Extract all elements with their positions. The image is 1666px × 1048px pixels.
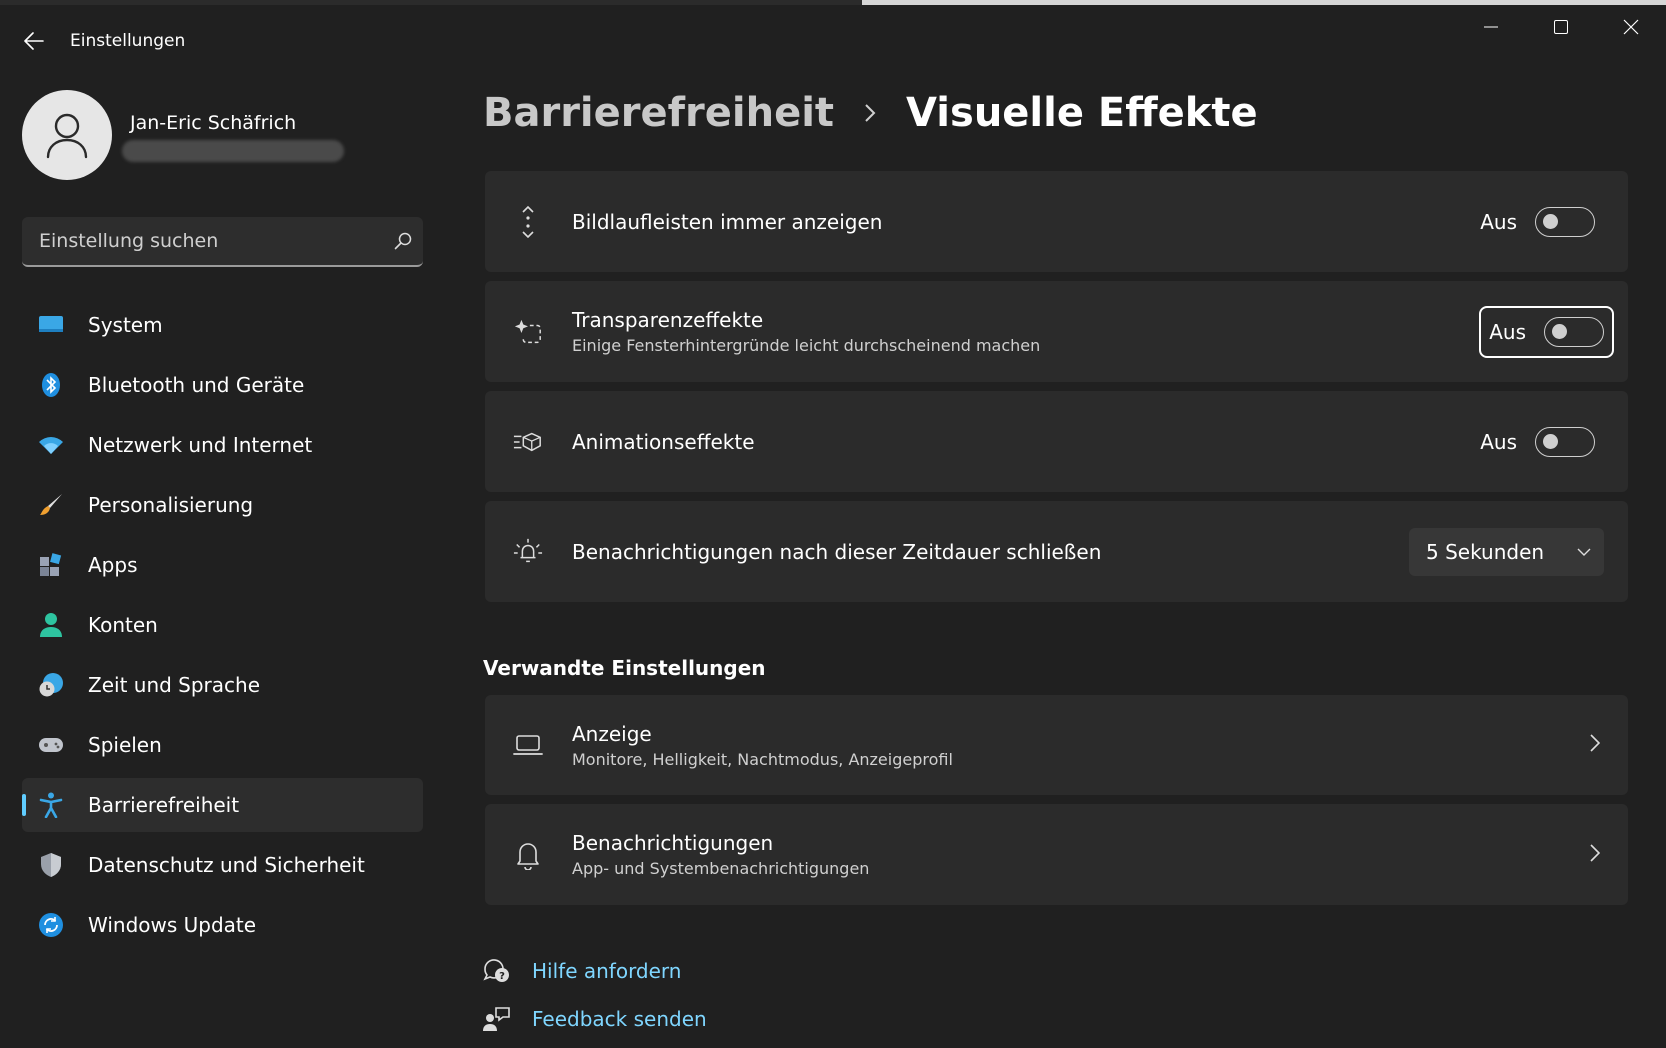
setting-animation: Animationseffekte Aus [485,391,1628,492]
setting-description: App- und Systembenachrichtigungen [572,859,870,878]
system-icon [38,312,64,338]
help-link-row: ? Hilfe anfordern [483,957,681,985]
sidebar-item-gaming[interactable]: Spielen [22,718,423,772]
user-profile[interactable]: Jan-Eric Schäfrich [22,90,344,180]
feedback-icon [483,1005,511,1033]
transparency-toggle[interactable] [1544,316,1604,347]
sidebar-item-personalization[interactable]: Personalisierung [22,478,423,532]
bell-icon [513,840,543,870]
scrollbar-icon [513,205,543,238]
close-button[interactable] [1596,5,1666,49]
close-icon [1623,19,1639,35]
setting-transparency: Transparenzeffekte Einige Fensterhinterg… [485,281,1628,382]
toggle-state-label: Aus [1480,429,1517,454]
setting-description: Monitore, Helligkeit, Nachtmodus, Anzeig… [572,749,953,769]
sidebar-item-bluetooth[interactable]: Bluetooth und Geräte [22,358,423,412]
title-bar: Einstellungen [0,5,1666,77]
setting-title: Animationseffekte [572,429,755,454]
setting-description: Einige Fensterhintergründe leicht durchs… [572,336,1041,355]
sidebar-item-accessibility[interactable]: Barrierefreiheit [22,778,423,832]
svg-text:?: ? [499,971,505,982]
person-icon [46,113,88,159]
scrollbars-toggle-group: Aus [1470,196,1604,248]
chevron-right-icon [1590,734,1601,756]
wifi-icon [38,432,64,458]
transparency-icon [513,317,543,347]
sidebar-item-privacy[interactable]: Datenschutz und Sicherheit [22,838,423,892]
back-button[interactable] [22,29,46,53]
profile-email-redacted [122,140,344,162]
brush-icon [38,492,64,518]
update-icon [38,912,64,938]
timeout-dropdown[interactable]: 5 Sekunden [1409,527,1604,576]
shield-icon [38,852,64,878]
search-box[interactable]: Einstellung suchen [22,217,423,267]
bell-alert-icon [513,537,543,567]
minimize-button[interactable] [1456,5,1526,49]
account-icon [38,612,64,638]
bluetooth-icon [38,372,64,398]
chevron-down-icon [1564,548,1604,556]
setting-title: Benachrichtigungen nach dieser Zeitdauer… [572,539,1102,564]
sidebar-item-system[interactable]: System [22,298,423,352]
chevron-right-icon [1590,843,1601,866]
profile-name: Jan-Eric Schäfrich [130,112,297,134]
maximize-icon [1554,20,1568,34]
clock-globe-icon [38,672,64,698]
transparency-toggle-group: Aus [1479,305,1614,358]
feedback-link[interactable]: Feedback senden [532,1007,707,1031]
chevron-right-icon [864,103,876,123]
breadcrumb-parent[interactable]: Barrierefreiheit [483,90,834,136]
setting-title: Anzeige [572,721,652,746]
scrollbars-toggle[interactable] [1535,206,1595,237]
help-link[interactable]: Hilfe anfordern [532,959,681,983]
app-title: Einstellungen [70,31,186,51]
setting-title: Benachrichtigungen [572,831,774,855]
arrow-left-icon [24,32,44,50]
accessibility-icon [38,792,64,818]
help-icon: ? [483,957,511,985]
dropdown-value: 5 Sekunden [1426,539,1545,564]
animation-icon [513,427,543,457]
setting-title: Transparenzeffekte [572,308,764,332]
window-controls [1456,5,1666,49]
animation-toggle[interactable] [1535,426,1595,457]
section-title: Verwandte Einstellungen [483,656,766,680]
maximize-button[interactable] [1526,5,1596,49]
toggle-state-label: Aus [1489,319,1526,344]
setting-notification-timeout: Benachrichtigungen nach dieser Zeitdauer… [485,501,1628,602]
search-icon[interactable] [383,232,423,250]
setting-title: Bildlaufleisten immer anzeigen [572,209,883,234]
related-notifications-link[interactable]: Benachrichtigungen App- und Systembenach… [485,804,1628,905]
sidebar-item-accounts[interactable]: Konten [22,598,423,652]
minimize-icon [1484,26,1498,28]
gamepad-icon [38,732,64,758]
sidebar-item-windows-update[interactable]: Windows Update [22,898,423,952]
page-title: Visuelle Effekte [906,90,1258,136]
animation-toggle-group: Aus [1470,416,1604,468]
feedback-link-row: Feedback senden [483,1005,707,1033]
avatar [22,90,112,180]
apps-icon [38,552,64,578]
toggle-knob [1543,213,1558,229]
laptop-icon [513,730,543,760]
search-input[interactable]: Einstellung suchen [39,230,383,252]
toggle-knob [1552,323,1567,339]
sidebar-item-apps[interactable]: Apps [22,538,423,592]
related-display-link[interactable]: Anzeige Monitore, Helligkeit, Nachtmodus… [485,695,1628,795]
sidebar-item-time-language[interactable]: Zeit und Sprache [22,658,423,712]
toggle-state-label: Aus [1480,209,1517,234]
sidebar-nav: System Bluetooth und Geräte Netzwerk und… [22,298,423,958]
setting-scrollbars: Bildlaufleisten immer anzeigen Aus [485,171,1628,272]
toggle-knob [1543,433,1558,449]
breadcrumb: Barrierefreiheit Visuelle Effekte [483,90,1258,136]
sidebar-item-network[interactable]: Netzwerk und Internet [22,418,423,472]
